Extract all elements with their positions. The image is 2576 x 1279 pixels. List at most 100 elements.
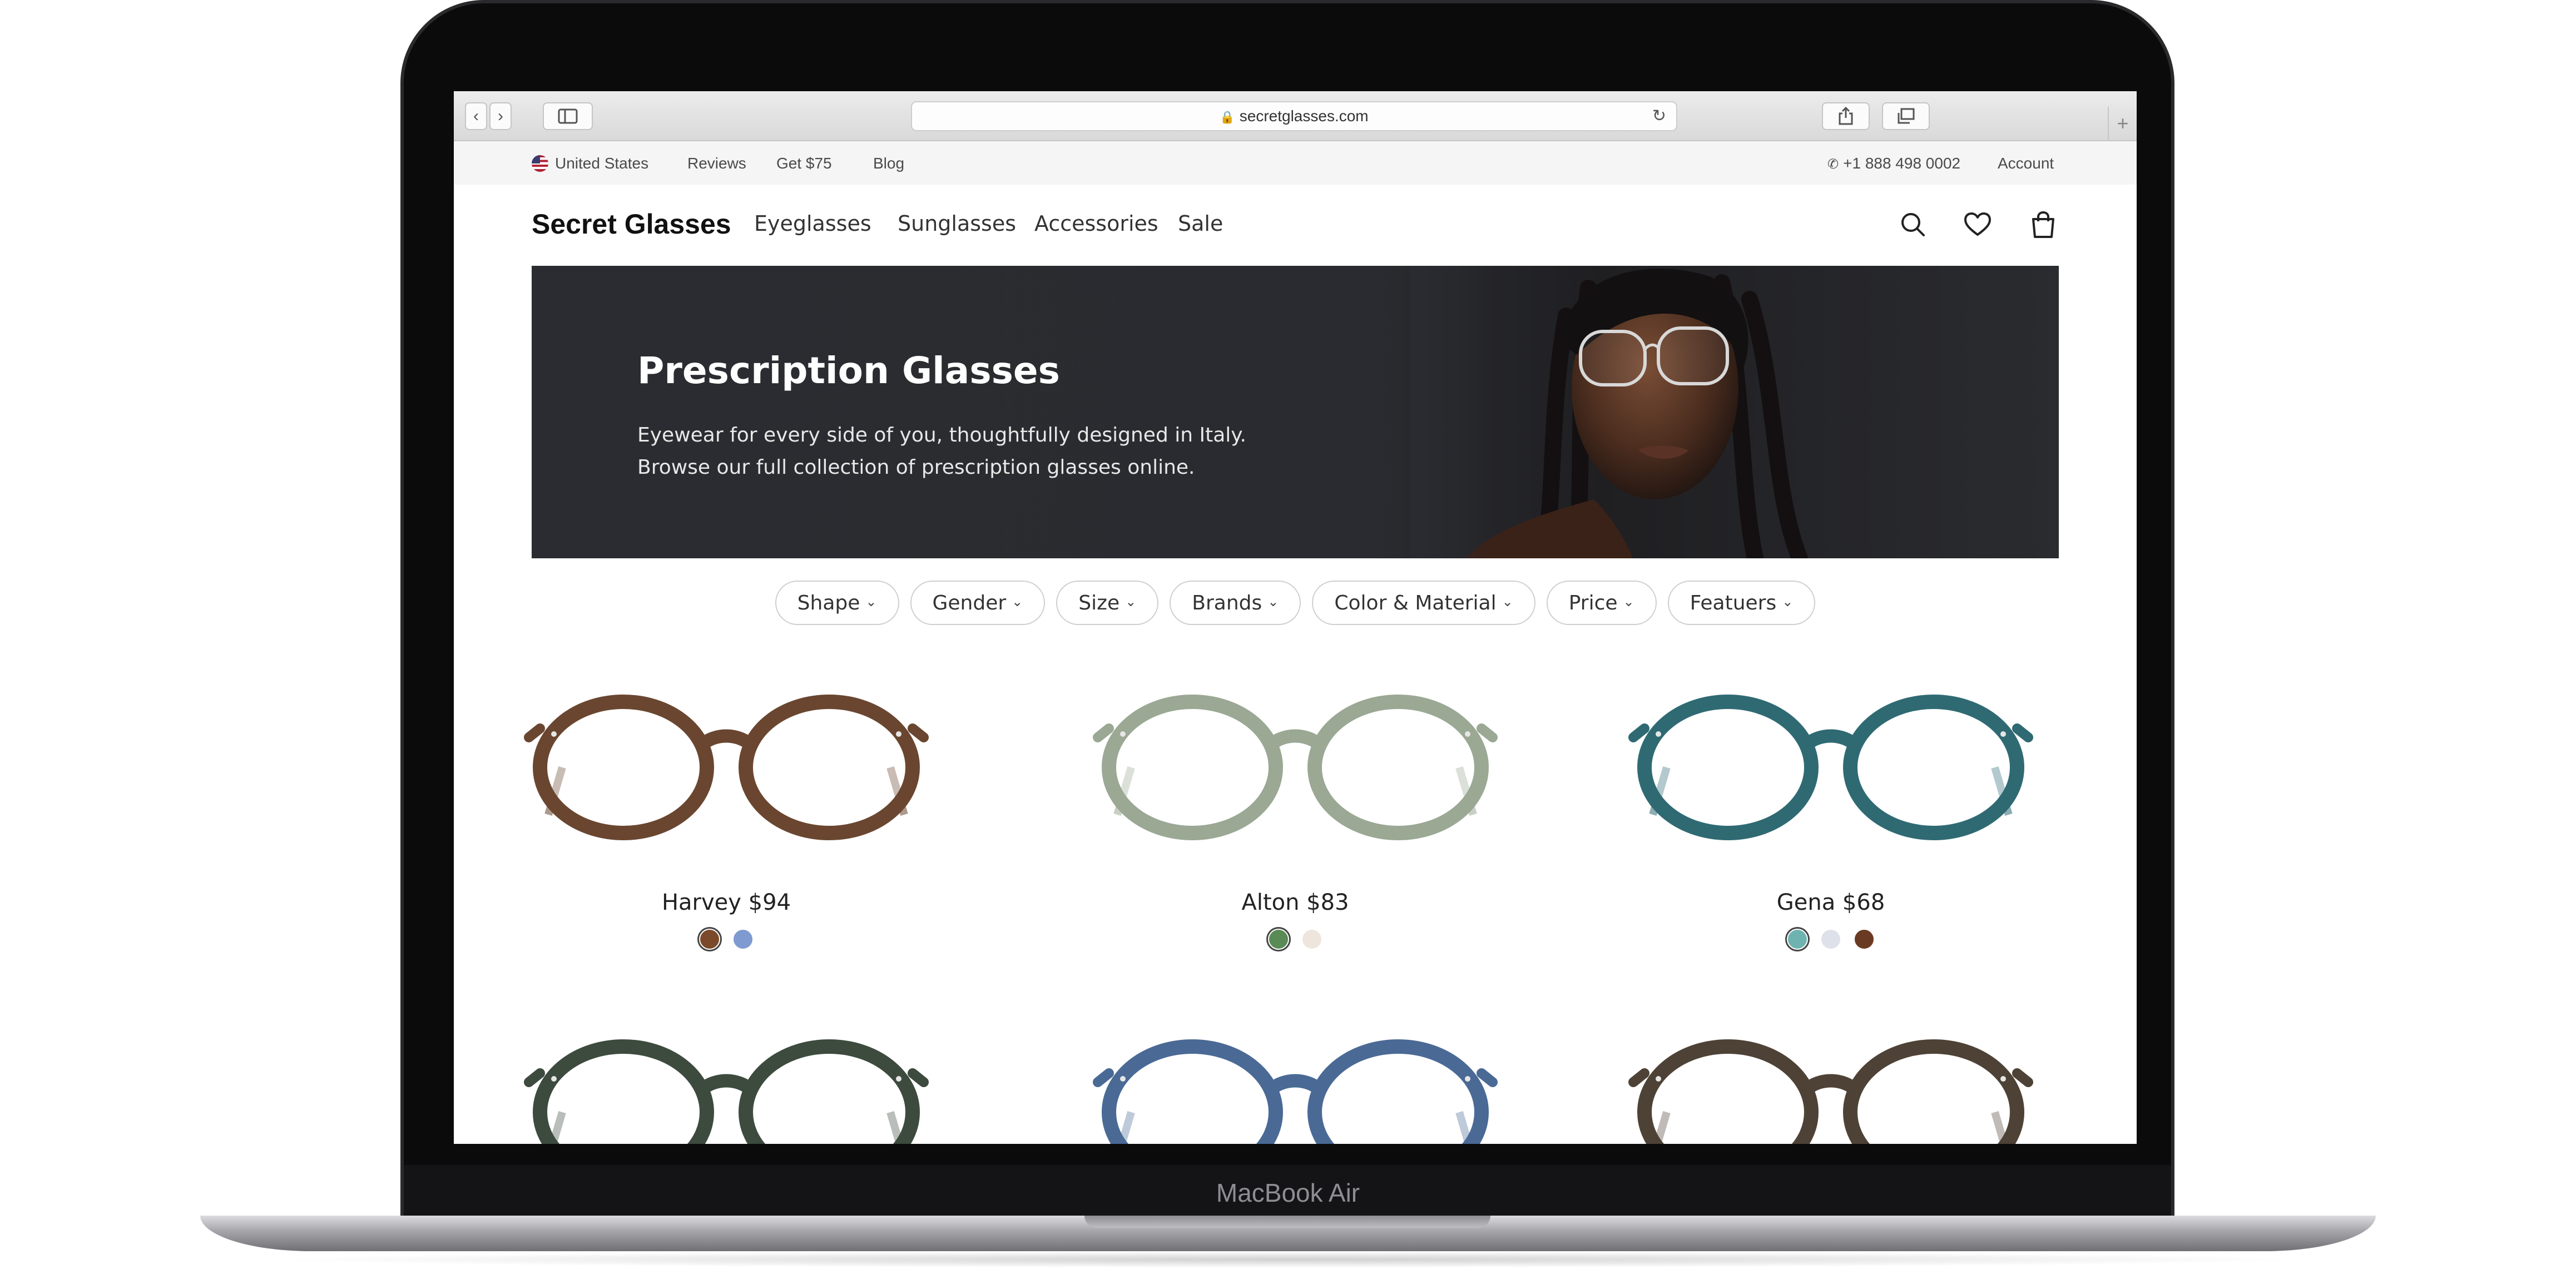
glasses-image: [524, 1039, 929, 1144]
lens-right: [1843, 695, 2024, 840]
sidebar-icon: [558, 108, 578, 124]
device-label: MacBook Air: [1216, 1178, 1360, 1207]
rivet: [551, 1076, 557, 1082]
back-button[interactable]: ‹: [465, 102, 487, 130]
nav-sunglasses[interactable]: Sunglasses: [898, 211, 1016, 236]
filter-brands[interactable]: Brands ⌄: [1170, 581, 1301, 625]
hero-model-photo: [1410, 266, 2059, 558]
search-icon[interactable]: [1898, 209, 1929, 240]
lens-left: [1637, 1039, 1819, 1144]
temple-left: [524, 723, 545, 742]
filter-label: Brands: [1192, 591, 1262, 614]
nav-eyeglasses[interactable]: Eyeglasses: [754, 211, 871, 236]
color-swatch[interactable]: [1268, 929, 1289, 950]
rivet: [1465, 731, 1470, 737]
rivet: [2000, 731, 2006, 737]
hero-line-2: Browse our full collection of prescripti…: [637, 456, 1195, 479]
chevron-left-icon: ‹: [473, 107, 479, 125]
color-swatch[interactable]: [1301, 929, 1322, 950]
chevron-down-icon: ⌄: [1623, 594, 1634, 609]
country-label: United States: [555, 155, 649, 172]
rivet: [896, 1076, 901, 1082]
bridge: [1801, 1074, 1860, 1095]
utility-bar: United States Reviews Get $75 Blog ✆ +1 8…: [454, 141, 2137, 185]
main-nav: Secret Glasses Eyeglasses Sunglasses Acc…: [454, 185, 2137, 265]
filter-shape[interactable]: Shape ⌄: [775, 581, 899, 625]
temple-right: [2012, 723, 2033, 742]
phone-icon: ✆: [1827, 157, 1839, 172]
phone-link[interactable]: ✆ +1 888 498 0002: [1827, 155, 1960, 172]
temple-right: [1477, 723, 1498, 742]
color-swatch[interactable]: [732, 929, 754, 950]
product-name: Gena $68: [1776, 890, 1885, 915]
lens-left: [1102, 1039, 1283, 1144]
product-name: Harvey $94: [661, 890, 791, 915]
temple-left: [1628, 1068, 1649, 1087]
bridge: [697, 729, 756, 751]
site-logo[interactable]: Secret Glasses: [532, 208, 731, 240]
lens-right: [1307, 1039, 1489, 1144]
rivet: [1120, 1076, 1126, 1082]
nav-accessories[interactable]: Accessories: [1034, 211, 1158, 236]
sidebar-button[interactable]: [543, 102, 593, 130]
temple-left: [1093, 1068, 1114, 1087]
color-swatch[interactable]: [1854, 929, 1875, 950]
filter-color-material[interactable]: Color & Material ⌄: [1312, 581, 1535, 625]
filter-size[interactable]: Size ⌄: [1056, 581, 1159, 625]
color-swatch[interactable]: [1820, 929, 1841, 950]
plus-icon: +: [2117, 112, 2129, 135]
forward-button[interactable]: ›: [489, 102, 512, 130]
color-swatches: [1045, 929, 1545, 950]
reload-icon[interactable]: ↻: [1652, 102, 1666, 130]
address-bar[interactable]: 🔒 secretglasses.com ↻: [911, 101, 1677, 131]
laptop-notch: [1084, 1216, 1490, 1228]
filter-features[interactable]: Featuers ⌄: [1667, 581, 1816, 625]
chevron-down-icon: ⌄: [1267, 594, 1279, 609]
chevron-down-icon: ⌄: [1782, 594, 1794, 609]
link-get-75[interactable]: Get $75: [776, 155, 832, 172]
rivet: [896, 731, 901, 737]
color-swatch[interactable]: [1787, 929, 1808, 950]
filter-label: Shape: [797, 591, 860, 614]
glasses-image: [1628, 695, 2033, 840]
glasses-image: [1093, 1039, 1498, 1144]
chevron-right-icon: ›: [498, 107, 503, 125]
link-reviews[interactable]: Reviews: [687, 155, 746, 172]
hero-description: Eyewear for every side of you, thoughtfu…: [637, 419, 1305, 484]
bag-icon[interactable]: [2028, 209, 2059, 240]
filter-gender[interactable]: Gender ⌄: [910, 581, 1046, 625]
url-text: secretglasses.com: [1239, 107, 1369, 125]
browser-toolbar: ‹ › 🔒 secretglasses.com ↻ +: [454, 91, 2137, 141]
color-swatch[interactable]: [699, 929, 720, 950]
bridge: [1266, 729, 1325, 751]
hero-line-1: Eyewear for every side of you, thoughtfu…: [637, 424, 1246, 447]
temple-right: [2012, 1068, 2033, 1087]
lens-right: [739, 695, 920, 840]
phone-number: +1 888 498 0002: [1843, 155, 1961, 172]
filter-label: Gender: [932, 591, 1007, 614]
us-flag-icon: [532, 155, 548, 172]
color-swatches: [1581, 929, 2081, 950]
filter-bar: Shape ⌄ Gender ⌄ Size ⌄ Brands ⌄ Color & Mat…: [454, 581, 2137, 627]
lens-left: [533, 695, 714, 840]
link-blog[interactable]: Blog: [873, 155, 904, 172]
temple-left: [524, 1068, 545, 1087]
bridge: [1266, 1074, 1325, 1095]
rivet: [1465, 1076, 1470, 1082]
heart-icon[interactable]: [1962, 209, 1993, 240]
tabs-button[interactable]: [1882, 102, 1930, 130]
glasses-image: [1093, 695, 1498, 840]
lens-left: [533, 1039, 714, 1144]
country-selector[interactable]: United States: [532, 155, 648, 172]
temple-right: [908, 723, 929, 742]
lens-left: [1637, 695, 1819, 840]
account-link[interactable]: Account: [1998, 155, 2054, 172]
new-tab-button[interactable]: +: [2108, 107, 2137, 141]
share-button[interactable]: [1822, 102, 1870, 130]
rivet: [1656, 731, 1661, 737]
nav-sale[interactable]: Sale: [1178, 211, 1223, 236]
filter-label: Featuers: [1690, 591, 1777, 614]
filter-label: Size: [1078, 591, 1120, 614]
rivet: [2000, 1076, 2006, 1082]
filter-price[interactable]: Price ⌄: [1546, 581, 1657, 625]
